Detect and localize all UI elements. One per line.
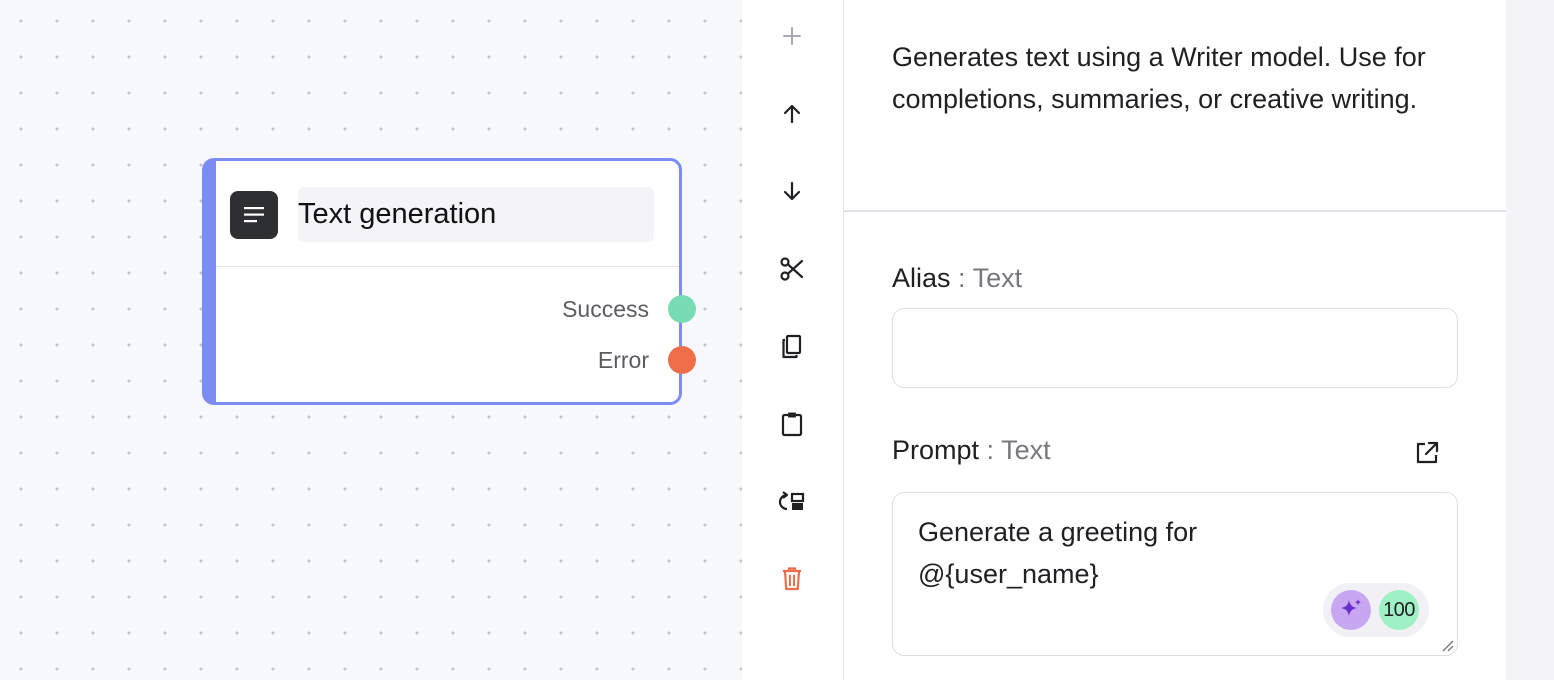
paste-button[interactable] [773,405,811,443]
alias-input[interactable] [893,309,1457,387]
prompt-type: Text [1001,435,1051,465]
panel-gutter [1506,0,1554,680]
add-button[interactable] [773,17,811,55]
output-success-label: Success [562,296,649,322]
block-toolbar [742,0,844,680]
alias-field-box [892,308,1458,388]
node-title-text: Text generation [298,198,497,230]
scissors-icon [780,257,804,281]
sparkle-icon[interactable] [1331,590,1371,630]
trash-icon [783,567,801,591]
divider [844,210,1506,212]
copy-icon [782,334,802,359]
lines-icon [230,191,278,239]
swap-icon [778,491,805,511]
prompt-label-text: Prompt [892,435,980,465]
node-header: Text generation [216,161,679,267]
cut-button[interactable] [773,250,811,288]
clipboard-icon [781,412,803,437]
open-in-editor-button[interactable] [1412,438,1442,468]
ai-assist-pill[interactable]: 100 [1323,583,1429,637]
alias-label-text: Alias [892,263,951,293]
workflow-canvas[interactable]: Text generation Success Error [0,0,742,680]
plus-icon [783,27,801,45]
prompt-textarea[interactable]: Generate a greeting for @{user_name} 100 [892,492,1458,656]
block-description: Generates text using a Writer model. Use… [892,42,1426,114]
prompt-separator: : [979,435,1002,465]
prompt-text[interactable]: Generate a greeting for @{user_name} [918,511,1338,595]
alias-separator: : [950,263,973,293]
node-title[interactable]: Text generation [298,187,654,242]
prompt-label: Prompt : Text [892,435,1051,466]
arrow-down-icon [783,181,801,201]
resize-handle-icon[interactable] [1440,638,1454,652]
external-link-icon [1416,441,1439,464]
alias-type: Text [972,263,1023,293]
ai-count-badge: 100 [1379,590,1419,630]
alias-label: Alias : Text [892,263,1022,294]
copy-button[interactable] [773,328,811,366]
error-port[interactable] [668,346,696,374]
delete-button[interactable] [773,560,811,598]
block-settings-panel: Generates text using a Writer model. Use… [844,0,1506,680]
success-port[interactable] [668,295,696,323]
replace-button[interactable] [773,483,811,521]
output-error-label: Error [597,347,649,373]
move-down-button[interactable] [773,172,811,210]
arrow-up-icon [783,104,801,124]
move-up-button[interactable] [773,95,811,133]
text-generation-node[interactable]: Text generation Success Error [202,158,696,405]
